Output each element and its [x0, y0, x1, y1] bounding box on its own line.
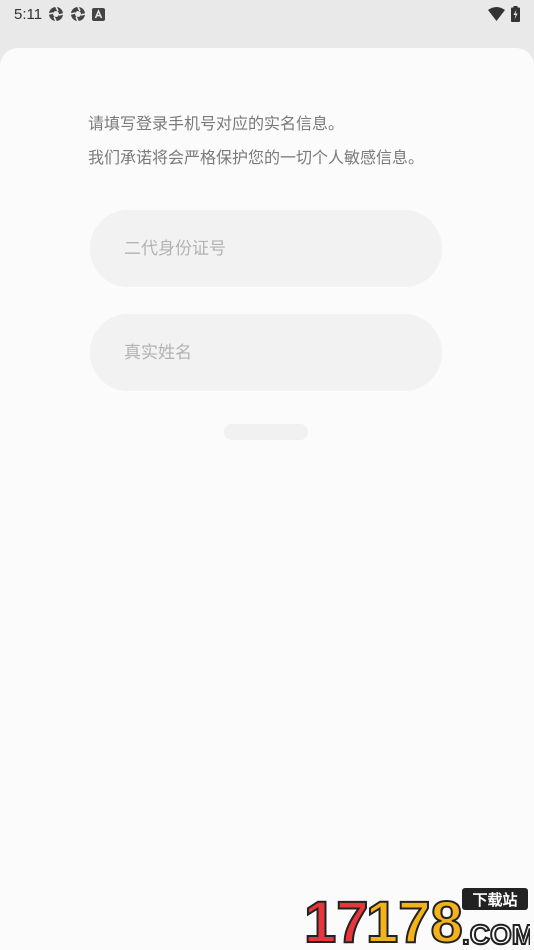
- id-number-input[interactable]: [122, 237, 442, 260]
- aperture-icon: [70, 6, 86, 22]
- watermark-site-text: 下载站: [472, 891, 517, 909]
- aperture-icon: [48, 6, 64, 22]
- submit-button[interactable]: [224, 424, 308, 440]
- id-number-field[interactable]: [90, 210, 442, 287]
- status-right: [488, 6, 520, 22]
- watermark-number: 17 178: [303, 889, 464, 948]
- notice-line-1: 请填写登录手机号对应的实名信息。: [88, 114, 345, 133]
- status-bar: 5:11: [0, 0, 534, 28]
- watermark-site-label: 下载站: [462, 888, 528, 910]
- keyboard-a-icon: [92, 7, 106, 21]
- status-time: 5:11: [14, 5, 43, 23]
- watermark-number-yellow-part: 178: [366, 890, 463, 948]
- verification-sheet: 请填写登录手机号对应的实名信息。 我们承诺将会严格保护您的一切个人敏感信息。: [0, 48, 534, 950]
- battery-charging-icon: [511, 6, 520, 22]
- real-name-field[interactable]: [90, 314, 442, 391]
- notice-line-2: 我们承诺将会严格保护您的一切个人敏感信息。: [88, 148, 425, 167]
- watermark-logo: 17 178 下载站 .COM: [303, 888, 530, 948]
- watermark-domain-suffix: .COM: [462, 919, 530, 948]
- status-left: 5:11: [14, 5, 106, 23]
- watermark-number-red-part: 17: [304, 890, 369, 948]
- wifi-icon: [488, 7, 505, 21]
- real-name-input[interactable]: [122, 341, 442, 364]
- notice-text: 请填写登录手机号对应的实名信息。 我们承诺将会严格保护您的一切个人敏感信息。: [88, 114, 424, 182]
